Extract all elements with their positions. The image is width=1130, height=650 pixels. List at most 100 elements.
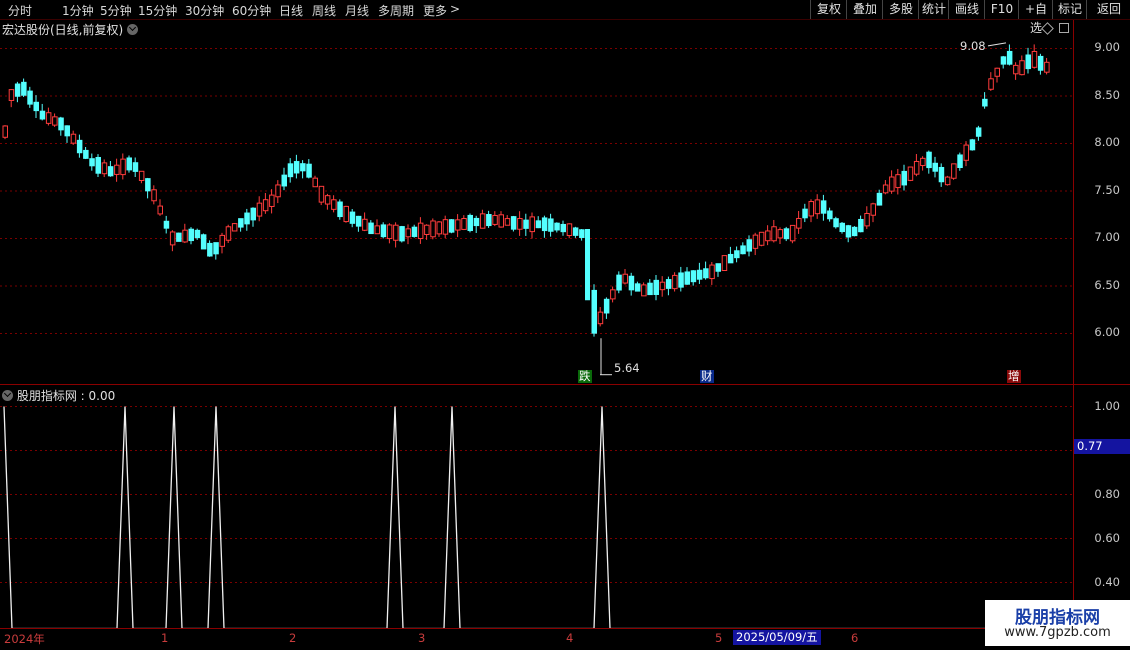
candlestick-chart[interactable] [0,20,1073,384]
indicator-chart[interactable] [0,385,1073,628]
candle [163,215,170,234]
candle [45,107,52,126]
candle [932,156,938,178]
chevron-right-icon[interactable]: > [450,2,460,16]
candle [572,226,579,238]
candle [796,210,802,234]
period-tab-15min[interactable]: 15分钟 [138,2,177,19]
candle [393,222,399,248]
candle [690,270,697,286]
candle [889,170,895,194]
y-tick-label: 6.00 [1094,325,1120,339]
candle [262,192,269,214]
candle [1019,55,1025,76]
candle [300,160,306,179]
y-tick-label: 7.50 [1094,183,1120,197]
candle [225,224,232,243]
candle [411,224,418,238]
f10-button[interactable]: F10 [984,0,1019,19]
fuquan-button[interactable]: 复权 [810,0,847,19]
candle [510,215,517,232]
candle [132,157,139,178]
period-tab-30min[interactable]: 30分钟 [185,2,224,19]
mark-button[interactable]: 标记 [1052,0,1087,19]
candle [913,153,920,177]
period-tab-60min[interactable]: 60分钟 [232,2,271,19]
candle [169,230,176,252]
candle [355,215,362,232]
panel-toggle-icon[interactable] [1059,23,1069,33]
candle [734,246,740,263]
period-tab-monthly[interactable]: 月线 [345,2,369,19]
period-tab-daily[interactable]: 日线 [279,2,303,19]
candle [33,95,39,118]
back-button[interactable]: 返回 [1086,0,1130,19]
candle [709,262,715,285]
candle [52,113,58,127]
candle [523,213,529,236]
candle [399,225,405,243]
candle [944,175,951,186]
event-marker-fall[interactable]: 跌 [578,370,592,383]
watermark-url: www.7gpzb.com [1004,625,1111,640]
candle [95,154,101,177]
candle [827,207,833,222]
candle [696,262,703,284]
candle [176,232,182,242]
candle [405,224,411,245]
candle [957,152,963,171]
candle [622,268,628,285]
candle [380,222,387,239]
candle [157,199,163,216]
candle [442,215,449,239]
candle [8,89,15,108]
candle [343,205,349,223]
indicator-y-tick: 0.60 [1094,531,1120,545]
period-tab-5min[interactable]: 5分钟 [100,2,132,19]
date-label: 6 [851,631,859,645]
candle [969,138,976,151]
draw-line-button[interactable]: 画线 [948,0,985,19]
period-tab-fenshi[interactable]: 分时 [8,2,32,19]
candle [876,189,883,206]
candle [882,180,889,195]
period-tab-multi[interactable]: 多周期 [378,2,414,19]
event-marker-finance[interactable]: 财 [700,370,714,383]
date-label: 4 [566,631,574,645]
candle [145,177,151,199]
candle [554,222,560,233]
candle [151,185,157,205]
candle [424,224,430,240]
candle [665,276,672,296]
date-label: 3 [418,631,426,645]
candle [541,215,548,238]
candle [269,189,275,214]
period-tab-weekly[interactable]: 周线 [312,2,336,19]
candle [467,213,473,233]
overlay-button[interactable]: 叠加 [846,0,883,19]
candle [107,161,114,177]
candle [727,246,734,264]
candle [58,116,64,136]
candle [845,224,852,243]
event-marker-increase[interactable]: 增 [1007,370,1021,383]
candle [641,282,647,297]
candle [138,170,145,184]
candle [684,267,690,285]
y-tick-label: 6.50 [1094,278,1120,292]
add-watchlist-button[interactable]: +自选 [1018,0,1053,35]
candle [417,217,424,244]
candle [498,211,504,228]
date-axis-divider [0,628,1130,629]
period-tab-1min[interactable]: 1分钟 [62,2,94,19]
candle [926,150,932,174]
candle [337,199,343,220]
candle [858,215,864,233]
candle [975,125,982,141]
candle [740,242,746,255]
multi-stock-button[interactable]: 多股 [882,0,919,19]
candle [653,275,659,301]
candle [318,185,325,206]
stats-button[interactable]: 统计 [918,0,949,19]
period-tab-more[interactable]: 更多 [423,2,447,19]
